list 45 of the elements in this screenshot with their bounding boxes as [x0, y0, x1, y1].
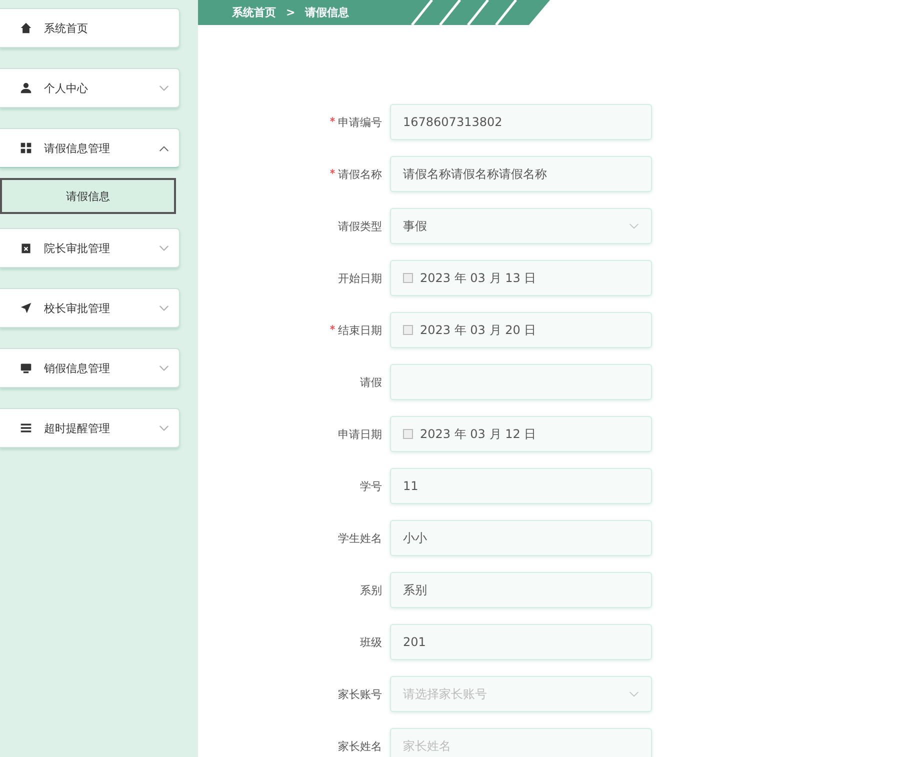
chevron-icon: [629, 222, 639, 230]
chevron-icon: [629, 690, 639, 698]
calendar-icon: [403, 273, 413, 283]
list-icon: [20, 422, 32, 434]
menu-item[interactable]: 校长审批管理: [0, 288, 180, 328]
field-label: 开始日期: [338, 270, 382, 286]
breadcrumb-separator: >: [286, 6, 296, 19]
menu-item[interactable]: 系统首页: [0, 8, 180, 48]
menu-item[interactable]: 院长审批管理: [0, 228, 180, 268]
monitor-icon: [20, 362, 32, 374]
field-label: 学号: [360, 478, 382, 494]
date-field[interactable]: 2023 年 03 月 12 日: [390, 416, 652, 452]
field-label: 家长姓名: [338, 738, 382, 754]
input-field[interactable]: 201: [390, 624, 652, 660]
select-field[interactable]: 事假: [390, 208, 652, 244]
grid-icon: [20, 142, 32, 154]
menu-item[interactable]: 超时提醒管理: [0, 408, 180, 448]
field-label: 结束日期: [338, 322, 382, 338]
calendar-icon: [403, 429, 413, 439]
date-field[interactable]: 2023 年 03 月 20 日: [390, 312, 652, 348]
home-icon: [20, 22, 32, 34]
field-label: 家长账号: [338, 686, 382, 702]
submenu-item[interactable]: 请假信息: [0, 178, 176, 214]
field-label: 请假名称: [338, 166, 382, 182]
calendar-icon: [403, 325, 413, 335]
input-field[interactable]: 系别: [390, 572, 652, 608]
menu-item[interactable]: 请假信息管理: [0, 128, 180, 168]
plane-icon: [20, 302, 32, 314]
menu-item[interactable]: 个人中心: [0, 68, 180, 108]
date-field[interactable]: 2023 年 03 月 13 日: [390, 260, 652, 296]
user-icon: [20, 82, 32, 94]
input-field[interactable]: 11: [390, 468, 652, 504]
field-label: 学生姓名: [338, 530, 382, 546]
input-field[interactable]: [390, 364, 652, 400]
field-label: 班级: [360, 634, 382, 650]
field-label: 请假类型: [338, 218, 382, 234]
clipboard-icon: [20, 242, 32, 254]
input-field[interactable]: 请假名称请假名称请假名称: [390, 156, 652, 192]
input-field[interactable]: 1678607313802: [390, 104, 652, 140]
menu-item[interactable]: 销假信息管理: [0, 348, 180, 388]
field-label: 系别: [360, 582, 382, 598]
field-label: 申请日期: [338, 426, 382, 442]
input-field[interactable]: 小小: [390, 520, 652, 556]
field-label: 申请编号: [338, 114, 382, 130]
field-label: 请假: [360, 374, 382, 390]
